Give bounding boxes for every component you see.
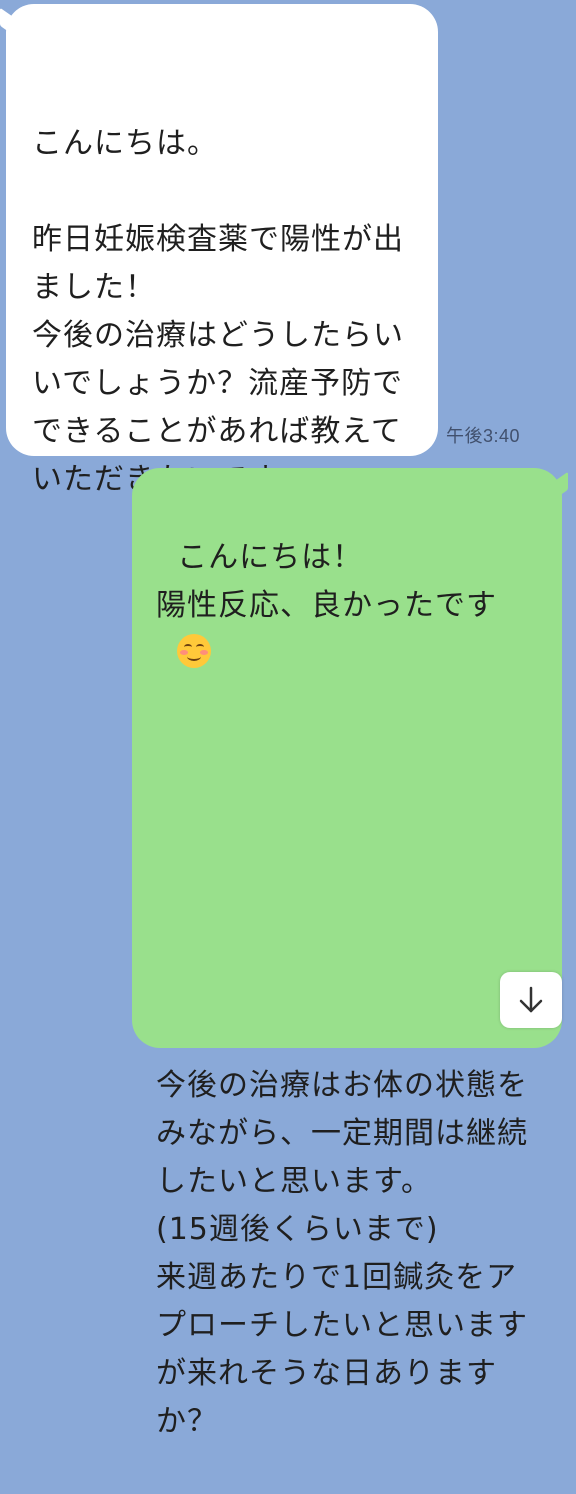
- incoming-message-bubble[interactable]: こんにちは。 昨日妊娠検査薬で陽性が出ました！ 今後の治療はどうしたらいいでしょ…: [6, 4, 438, 497]
- outgoing-message-text-part1: こんにちは！ 陽性反応、良かったです: [156, 540, 497, 623]
- incoming-message-text: こんにちは。 昨日妊娠検査薬で陽性が出ました！ 今後の治療はどうしたらいいでしょ…: [32, 126, 404, 497]
- arrow-down-icon: [519, 986, 543, 1013]
- smiling-face-emoji-icon: [177, 634, 212, 668]
- outgoing-message-bubble[interactable]: こんにちは！ 陽性反応、良かったです 今後の治療はお体の状態をみながら、一定期間…: [132, 468, 562, 1439]
- outgoing-message-text-part2: 今後の治療はお体の状態をみながら、一定期間は継続したいと思います。 (15週後く…: [156, 1068, 528, 1439]
- scroll-to-bottom-button[interactable]: [500, 972, 562, 1028]
- incoming-message-timestamp: 午後3:40: [446, 426, 521, 446]
